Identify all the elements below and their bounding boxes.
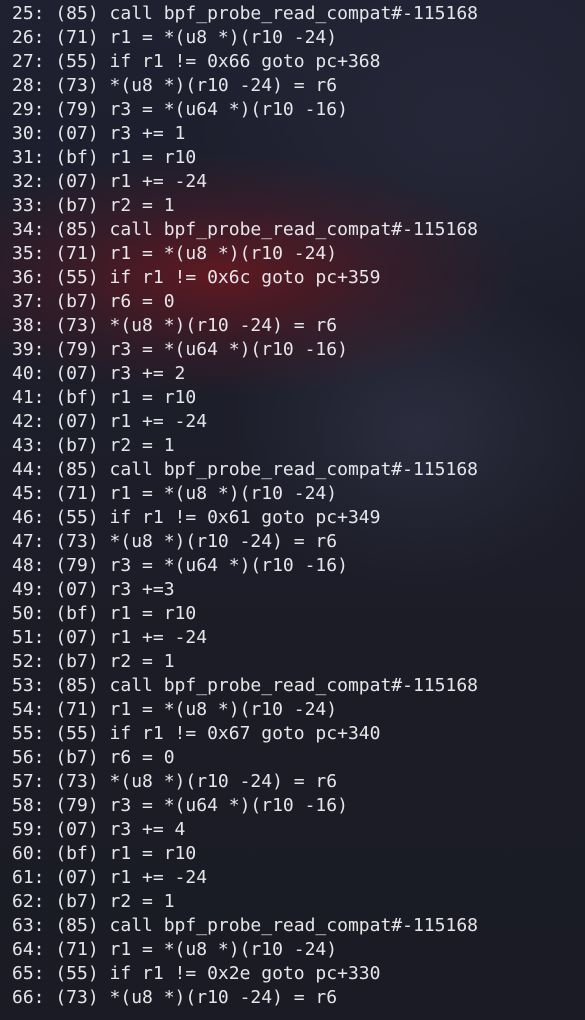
code-line: 61: (07) r1 += -24 bbox=[12, 867, 208, 888]
code-line: 47: (73) *(u8 *)(r10 -24) = r6 bbox=[12, 531, 338, 552]
code-line: 39: (79) r3 = *(u64 *)(r10 -16) bbox=[12, 339, 348, 360]
code-line: 48: (79) r3 = *(u64 *)(r10 -16) bbox=[12, 555, 348, 576]
code-line: 54: (71) r1 = *(u8 *)(r10 -24) bbox=[12, 699, 338, 720]
code-line: 66: (73) *(u8 *)(r10 -24) = r6 bbox=[12, 987, 338, 1008]
code-line: 65: (55) if r1 != 0x2e goto pc+330 bbox=[12, 963, 381, 984]
code-line: 26: (71) r1 = *(u8 *)(r10 -24) bbox=[12, 27, 338, 48]
code-line: 29: (79) r3 = *(u64 *)(r10 -16) bbox=[12, 99, 348, 120]
code-line: 51: (07) r1 += -24 bbox=[12, 627, 208, 648]
code-line: 25: (85) call bpf_probe_read_compat#-115… bbox=[12, 3, 478, 24]
code-line: 35: (71) r1 = *(u8 *)(r10 -24) bbox=[12, 243, 338, 264]
code-line: 64: (71) r1 = *(u8 *)(r10 -24) bbox=[12, 939, 338, 960]
code-line: 58: (79) r3 = *(u64 *)(r10 -16) bbox=[12, 795, 348, 816]
code-line: 44: (85) call bpf_probe_read_compat#-115… bbox=[12, 459, 478, 480]
code-line: 45: (71) r1 = *(u8 *)(r10 -24) bbox=[12, 483, 338, 504]
code-line: 27: (55) if r1 != 0x66 goto pc+368 bbox=[12, 51, 381, 72]
code-line: 50: (bf) r1 = r10 bbox=[12, 603, 197, 624]
code-line: 43: (b7) r2 = 1 bbox=[12, 435, 175, 456]
code-line: 52: (b7) r2 = 1 bbox=[12, 651, 175, 672]
code-line: 59: (07) r3 += 4 bbox=[12, 819, 186, 840]
code-line: 36: (55) if r1 != 0x6c goto pc+359 bbox=[12, 267, 381, 288]
code-line: 37: (b7) r6 = 0 bbox=[12, 291, 175, 312]
terminal-window[interactable]: 25: (85) call bpf_probe_read_compat#-115… bbox=[0, 0, 585, 1020]
code-line: 40: (07) r3 += 2 bbox=[12, 363, 186, 384]
code-line: 32: (07) r1 += -24 bbox=[12, 171, 208, 192]
code-line: 62: (b7) r2 = 1 bbox=[12, 891, 175, 912]
code-line: 31: (bf) r1 = r10 bbox=[12, 147, 197, 168]
bytecode-listing: 25: (85) call bpf_probe_read_compat#-115… bbox=[12, 2, 478, 1010]
code-line: 63: (85) call bpf_probe_read_compat#-115… bbox=[12, 915, 478, 936]
code-line: 38: (73) *(u8 *)(r10 -24) = r6 bbox=[12, 315, 338, 336]
code-line: 28: (73) *(u8 *)(r10 -24) = r6 bbox=[12, 75, 338, 96]
code-line: 53: (85) call bpf_probe_read_compat#-115… bbox=[12, 675, 478, 696]
code-line: 49: (07) r3 +=3 bbox=[12, 579, 175, 600]
code-line: 60: (bf) r1 = r10 bbox=[12, 843, 197, 864]
code-line: 41: (bf) r1 = r10 bbox=[12, 387, 197, 408]
code-line: 30: (07) r3 += 1 bbox=[12, 123, 186, 144]
code-line: 34: (85) call bpf_probe_read_compat#-115… bbox=[12, 219, 478, 240]
code-line: 42: (07) r1 += -24 bbox=[12, 411, 208, 432]
code-line: 33: (b7) r2 = 1 bbox=[12, 195, 175, 216]
code-line: 56: (b7) r6 = 0 bbox=[12, 747, 175, 768]
code-line: 55: (55) if r1 != 0x67 goto pc+340 bbox=[12, 723, 381, 744]
code-line: 46: (55) if r1 != 0x61 goto pc+349 bbox=[12, 507, 381, 528]
code-line: 57: (73) *(u8 *)(r10 -24) = r6 bbox=[12, 771, 338, 792]
